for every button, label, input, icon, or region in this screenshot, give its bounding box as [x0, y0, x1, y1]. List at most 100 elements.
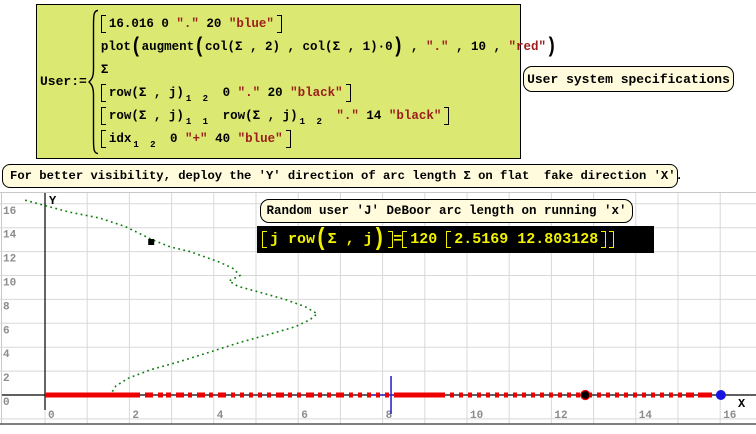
x-tick-label: 16	[723, 410, 736, 422]
math-token: , col	[280, 40, 325, 54]
user-definition-box[interactable]: User:= 16.016 0 "." 20 "blue" plot(augme…	[36, 4, 521, 159]
bracket	[101, 130, 106, 148]
math-token: )	[273, 40, 281, 54]
smath-worksheet: { "formula_box": { "lhs": "User:=", "row…	[0, 0, 756, 429]
bracket	[101, 84, 106, 102]
math-token: 16.016 0	[109, 17, 177, 31]
y-tick-label: 12	[3, 254, 16, 266]
bracket	[277, 15, 282, 33]
math-token: 0	[163, 132, 186, 146]
current-point-square	[148, 239, 154, 245]
math-token: (	[227, 40, 235, 54]
spec-bubble-text: User system specifications	[527, 72, 730, 87]
math-token: "black"	[389, 109, 442, 123]
y-tick-label: 4	[3, 349, 10, 361]
math-token: 0	[215, 86, 238, 100]
x-tick-label: 6	[301, 410, 308, 422]
math-token: )	[393, 36, 404, 58]
bracket	[446, 231, 451, 248]
result-expression: j row(Σ , j) = 120 2.5169 12.803128	[262, 229, 614, 250]
y-tick-label: 8	[3, 301, 10, 313]
y-tick-label: 14	[3, 230, 17, 242]
math-token: 1 2	[300, 117, 325, 127]
plot-title-text: Random user 'J' DeBoor arc length on run…	[266, 204, 626, 218]
math-token: )	[176, 109, 184, 123]
math-token: Σ , j	[139, 86, 177, 100]
bracket	[402, 231, 407, 248]
curly-brace	[88, 9, 100, 155]
math-token: (	[315, 227, 328, 252]
math-token: 2.5169 12.803128	[454, 231, 598, 248]
definition-row-3: Σ	[101, 59, 557, 81]
definition-row-4: row(Σ , j)1 2 0 "." 20 "black"	[101, 82, 557, 104]
math-token: (	[131, 109, 139, 123]
visibility-banner[interactable]: For better visibility, deploy the 'Y' di…	[2, 164, 678, 188]
math-token: "."	[238, 86, 261, 100]
math-token: "."	[176, 17, 199, 31]
bracket	[262, 231, 267, 248]
math-token: 120	[410, 231, 446, 248]
y-tick-label: 0	[3, 397, 10, 409]
math-token: "red"	[508, 40, 546, 54]
math-token: )	[370, 40, 378, 54]
math-token: 20	[260, 86, 290, 100]
y-axis-letter: Y	[49, 194, 57, 208]
math-token: Σ	[101, 63, 109, 77]
bracket	[609, 231, 614, 248]
math-token: 1 2	[186, 94, 211, 104]
bracket	[286, 130, 291, 148]
math-token	[329, 109, 337, 123]
x-tick-label: 14	[639, 410, 653, 422]
math-token: Σ , 2	[235, 40, 273, 54]
math-token: )	[176, 86, 184, 100]
math-token: "+"	[185, 132, 208, 146]
math-token: (	[131, 86, 139, 100]
math-token: "."	[426, 40, 449, 54]
definition-row-1: 16.016 0 "." 20 "blue"	[101, 13, 557, 35]
math-token: Σ , j	[253, 109, 291, 123]
x-tick-label: 4	[217, 410, 224, 422]
math-token: col	[205, 40, 228, 54]
math-token: )	[546, 36, 557, 58]
result-readout-box[interactable]: j row(Σ , j) = 120 2.5169 12.803128	[257, 226, 654, 253]
math-token: ,	[403, 40, 426, 54]
bracket	[101, 15, 106, 33]
math-token: j row	[270, 231, 315, 248]
math-token: row	[215, 109, 245, 123]
x-tick-label: 2	[132, 410, 139, 422]
math-token: Σ , 1	[333, 40, 371, 54]
bracket	[346, 84, 351, 102]
y-tick-label: 6	[3, 325, 10, 337]
math-token: )	[290, 109, 298, 123]
y-tick-label: 16	[3, 206, 16, 218]
bracket	[601, 231, 606, 248]
math-token: =	[393, 231, 402, 248]
math-token: idx	[109, 132, 132, 146]
math-token: , 10 ,	[448, 40, 508, 54]
math-token: 20	[199, 17, 229, 31]
y-tick-label: 2	[3, 373, 10, 385]
definition-row-5: row(Σ , j)1 1 row(Σ , j)1 2 "." 14 "blac…	[101, 105, 557, 127]
math-token: "blue"	[238, 132, 283, 146]
bracket	[101, 107, 106, 125]
math-token: (	[245, 109, 253, 123]
math-token: "blue"	[229, 17, 274, 31]
math-token: Σ , j	[328, 231, 373, 248]
spec-bubble[interactable]: User system specifications	[523, 66, 734, 92]
definition-row-6: idx1 2 0 "+" 40 "blue"	[101, 128, 557, 150]
math-token: "black"	[290, 86, 343, 100]
math-token: ·0	[378, 40, 393, 54]
math-token: 14	[359, 109, 389, 123]
x-tick-label: 12	[554, 410, 567, 422]
math-token: row	[109, 86, 132, 100]
math-token: 1 2	[133, 140, 158, 150]
math-token: )	[373, 227, 386, 252]
math-token: (	[194, 36, 205, 58]
plot-title-bubble[interactable]: Random user 'J' DeBoor arc length on run…	[260, 199, 633, 223]
math-token: augment	[142, 40, 195, 54]
math-token: (	[131, 36, 142, 58]
bracket	[444, 107, 449, 125]
math-token: row	[109, 109, 132, 123]
y-tick-label: 10	[3, 278, 16, 290]
x-tick-label: 10	[470, 410, 483, 422]
